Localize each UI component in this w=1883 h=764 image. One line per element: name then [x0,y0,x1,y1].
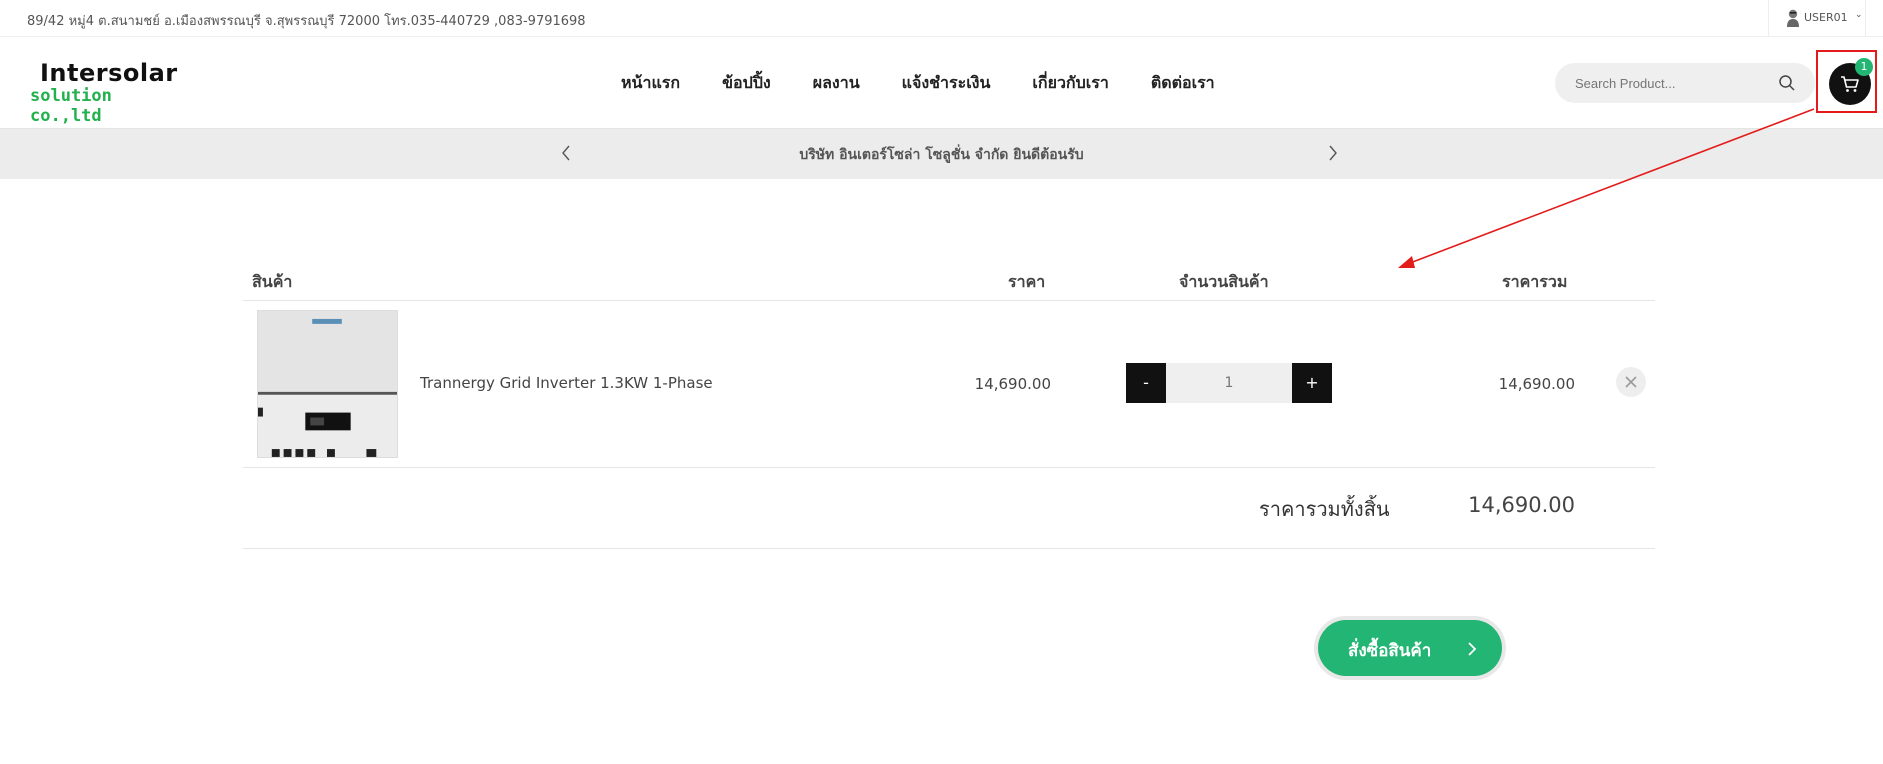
quantity-input[interactable] [1166,363,1292,403]
product-name[interactable]: Trannergy Grid Inverter 1.3KW 1-Phase [420,374,713,392]
announcement-text: บริษัท อินเตอร์โซล่า โซลูชั่น จำกัด ยินด… [799,147,1084,163]
remove-item-button[interactable] [1616,367,1646,397]
announcement-bar: บริษัท อินเตอร์โซล่า โซลูชั่น จำกัด ยินด… [0,129,1883,179]
main-nav: หน้าแรก ข้อปปิ้ง ผลงาน แจ้งชำระเงิน เกี่… [600,37,1236,129]
total-divider [243,548,1655,549]
search-input[interactable] [1575,63,1775,103]
nav-contact[interactable]: ติดต่อเรา [1151,71,1215,96]
store-address: 89/42 หมู่4 ต.สนามชย์ อ.เมืองสพรรณบุรี จ… [27,14,586,29]
nav-shop[interactable]: ข้อปปิ้ง [722,71,771,96]
search-box [1555,63,1815,103]
header-quantity: จำนวนสินค้า [1179,272,1269,291]
cart-highlight-annotation [1816,50,1877,113]
top-bar: 89/42 หมู่4 ต.สนามชย์ อ.เมืองสพรรณบุรี จ… [0,0,1883,37]
header-divider [243,300,1655,301]
user-avatar-icon [1787,9,1799,27]
nav-about[interactable]: เกี่ยวกับเรา [1032,71,1108,96]
nav-portfolio[interactable]: ผลงาน [813,71,860,96]
chevron-down-icon: ⌄ [1855,10,1863,20]
quantity-stepper: - + [1126,363,1332,403]
decrease-quantity-button[interactable]: - [1126,363,1166,403]
logo-subtitle: solution co.,ltd [30,86,112,126]
product-image[interactable] [257,310,398,458]
nav-payment-notify[interactable]: แจ้งชำระเงิน [902,71,991,96]
line-total: 14,690.00 [1498,375,1575,393]
user-name: USER01 [1804,11,1848,24]
chevron-right-icon[interactable] [1323,141,1343,165]
logo-title: Intersolar [40,59,178,87]
user-menu[interactable]: USER01 ⌄ [1768,0,1866,37]
checkout-label: สั่งซื้อสินค้า [1348,641,1432,661]
header-total: ราคารวม [1502,272,1568,291]
increase-quantity-button[interactable]: + [1292,363,1332,403]
header-price: ราคา [1008,272,1046,291]
search-icon[interactable] [1778,74,1796,92]
product-price: 14,690.00 [974,375,1051,393]
row-divider [243,467,1655,468]
nav-home[interactable]: หน้าแรก [621,71,680,96]
header-product: สินค้า [252,272,293,291]
chevron-right-icon [1468,642,1477,656]
checkout-button[interactable]: สั่งซื้อสินค้า [1318,620,1502,676]
grand-total-value: 14,690.00 [1468,493,1575,517]
checkout-button-wrapper: สั่งซื้อสินค้า [1314,616,1506,680]
close-icon [1625,376,1637,388]
grand-total-label: ราคารวมทั้งสิ้น [1259,497,1390,521]
site-header: Intersolar solution co.,ltd หน้าแรก ข้อป… [0,37,1883,129]
site-logo[interactable]: Intersolar solution co.,ltd [30,59,180,126]
